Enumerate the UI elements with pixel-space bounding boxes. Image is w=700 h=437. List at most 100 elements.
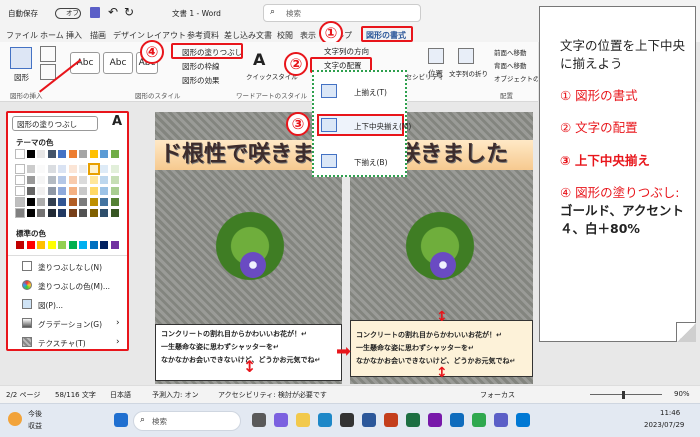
theme-color-swatch[interactable]	[89, 198, 98, 206]
theme-color-swatch[interactable]	[47, 150, 56, 158]
theme-color-swatch[interactable]	[79, 187, 87, 195]
onenote-icon[interactable]	[428, 413, 442, 427]
tab-review[interactable]: 校閲	[277, 30, 293, 41]
powerpoint-icon[interactable]	[384, 413, 398, 427]
task-view-icon[interactable]	[252, 413, 266, 427]
theme-color-swatch[interactable]	[15, 186, 25, 196]
shape-effects-button[interactable]: 図形の効果	[182, 75, 220, 86]
standard-color-swatch[interactable]	[68, 241, 77, 249]
theme-color-swatch[interactable]	[68, 187, 77, 195]
send-backward-button[interactable]: 背面へ移動	[494, 60, 527, 70]
theme-color-swatch[interactable]	[79, 150, 87, 158]
theme-color-swatch[interactable]	[89, 209, 98, 217]
zoom-level[interactable]: 90%	[674, 390, 690, 398]
theme-color-swatch[interactable]	[37, 150, 45, 158]
theme-color-swatch[interactable]	[58, 198, 66, 206]
theme-color-swatch[interactable]	[100, 209, 108, 217]
theme-color-swatch[interactable]	[79, 176, 87, 184]
textbox-icon[interactable]	[40, 64, 56, 80]
focus-mode[interactable]: フォーカス	[480, 390, 515, 400]
standard-color-swatch[interactable]	[16, 241, 24, 249]
chrome-icon[interactable]	[472, 413, 486, 427]
autosave-toggle[interactable]: オフ	[55, 8, 81, 19]
theme-color-swatch[interactable]	[110, 150, 119, 158]
tab-references[interactable]: 参考資料	[187, 30, 219, 41]
theme-color-swatch[interactable]	[100, 165, 108, 173]
theme-color-swatch[interactable]	[89, 187, 98, 195]
theme-color-swatch[interactable]	[26, 187, 35, 195]
undo-icon[interactable]: ↶	[108, 5, 118, 19]
align-top-item[interactable]: 上揃え(T)	[354, 87, 387, 98]
tab-draw[interactable]: 描画	[90, 30, 106, 41]
theme-color-swatch[interactable]	[26, 198, 35, 206]
weather-desc[interactable]: 収益	[28, 421, 42, 431]
shapes-gallery-icon[interactable]	[10, 47, 32, 69]
theme-color-swatch[interactable]	[68, 165, 77, 173]
theme-color-swatch[interactable]	[15, 175, 25, 185]
theme-color-swatch[interactable]	[100, 187, 108, 195]
theme-color-swatch[interactable]	[68, 209, 77, 217]
standard-color-swatch[interactable]	[47, 241, 56, 249]
edge-icon[interactable]	[318, 413, 332, 427]
theme-color-swatch[interactable]	[15, 164, 25, 174]
theme-color-swatch[interactable]	[100, 150, 108, 158]
redo-icon[interactable]: ↻	[124, 5, 134, 19]
standard-color-swatch[interactable]	[110, 241, 119, 249]
theme-color-swatch[interactable]	[68, 198, 77, 206]
taskbar-search[interactable]: 検索 ⌕	[133, 411, 241, 431]
outlook-icon[interactable]	[450, 413, 464, 427]
theme-color-swatch[interactable]	[26, 176, 35, 184]
save-icon[interactable]	[90, 7, 100, 18]
tab-mailings[interactable]: 差し込み文書	[224, 30, 272, 41]
theme-color-swatch[interactable]	[58, 165, 66, 173]
theme-color-swatch[interactable]	[47, 198, 56, 206]
position-label[interactable]: 位置	[428, 68, 443, 79]
store-icon[interactable]	[340, 413, 354, 427]
shape-outline-button[interactable]: 図形の枠線	[182, 61, 220, 72]
weather-temp[interactable]: 今後	[28, 409, 42, 419]
theme-color-swatch[interactable]	[100, 176, 108, 184]
edit-shape-icon[interactable]	[40, 46, 56, 62]
theme-color-swatch[interactable]	[87, 163, 100, 175]
align-bottom-item[interactable]: 下揃え(B)	[354, 157, 388, 168]
wordart-a-icon[interactable]: A	[253, 50, 265, 69]
clock-date[interactable]: 2023/07/29	[644, 421, 684, 429]
theme-color-swatch[interactable]	[110, 187, 119, 195]
start-icon[interactable]	[114, 413, 128, 427]
explorer-icon[interactable]	[296, 413, 310, 427]
theme-color-swatch[interactable]	[37, 187, 45, 195]
tab-design[interactable]: デザイン	[113, 30, 145, 41]
theme-color-swatch[interactable]	[110, 165, 119, 173]
theme-color-swatch[interactable]	[58, 150, 66, 158]
theme-color-swatch[interactable]	[26, 165, 35, 173]
weather-icon[interactable]	[8, 412, 22, 426]
theme-color-swatch[interactable]	[26, 150, 35, 158]
theme-color-swatch[interactable]	[15, 197, 25, 207]
texture-item[interactable]: テクスチャ(T)	[38, 338, 86, 349]
theme-color-swatch[interactable]	[89, 150, 98, 158]
zoom-slider[interactable]	[590, 394, 662, 395]
theme-color-swatch[interactable]	[100, 198, 108, 206]
picture-item[interactable]: 図(P)...	[38, 300, 63, 311]
theme-color-swatch[interactable]	[15, 149, 25, 159]
word-count[interactable]: 58/116 文字	[55, 390, 96, 400]
gradient-item[interactable]: グラデーション(G)	[38, 319, 102, 330]
standard-color-swatch[interactable]	[89, 241, 98, 249]
language-status[interactable]: 日本語	[110, 390, 131, 400]
theme-color-swatch[interactable]	[68, 150, 77, 158]
excel-icon[interactable]	[406, 413, 420, 427]
theme-color-swatch[interactable]	[37, 176, 45, 184]
theme-color-swatch[interactable]	[37, 165, 45, 173]
zoom-slider-thumb[interactable]	[622, 391, 625, 399]
theme-color-swatch[interactable]	[58, 176, 66, 184]
vscode-icon[interactable]	[516, 413, 530, 427]
tab-home[interactable]: ホーム	[40, 30, 64, 41]
bring-forward-button[interactable]: 前面へ移動	[494, 47, 527, 57]
theme-color-swatch[interactable]	[110, 176, 119, 184]
tab-view[interactable]: 表示	[300, 30, 316, 41]
theme-color-swatch[interactable]	[37, 209, 45, 217]
predictive-input-status[interactable]: 予測入力: オン	[152, 390, 199, 400]
theme-color-swatch[interactable]	[79, 198, 87, 206]
theme-color-swatch[interactable]	[47, 165, 56, 173]
theme-color-swatch[interactable]	[47, 209, 56, 217]
